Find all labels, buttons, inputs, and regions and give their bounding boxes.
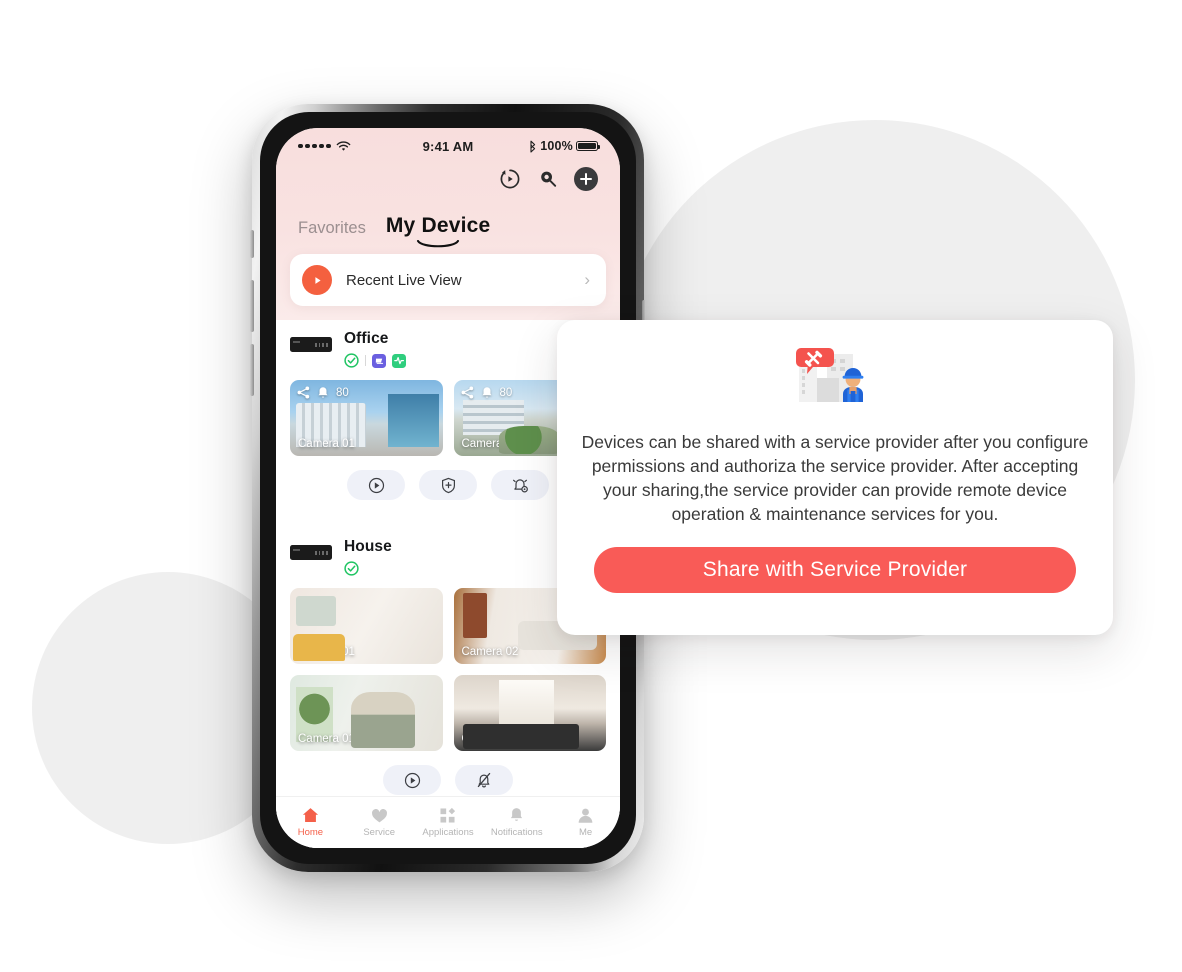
group-meta: Office [344, 330, 588, 368]
tab-applications[interactable]: Applications [414, 806, 483, 838]
camera-alarm-count: 80 [336, 386, 349, 399]
search-icon[interactable] [536, 167, 560, 191]
share-icon [461, 386, 473, 399]
tab-home[interactable]: Home [276, 806, 345, 838]
status-bar-time: 9:41 AM [422, 138, 474, 154]
bell-icon [318, 387, 328, 398]
top-tabs: Favorites My Device [276, 196, 620, 248]
screenshot-stage: 9:41 AM 100% Favorites My Device Recent … [0, 0, 1182, 972]
nvr-device-icon [290, 545, 332, 560]
service-provider-building-worker-icon [796, 348, 864, 402]
bell-icon [482, 387, 491, 398]
recent-live-view-card[interactable]: Recent Live View › [290, 254, 606, 306]
camera-tile[interactable]: Camera 01 [453, 675, 606, 751]
volume-up-button[interactable] [250, 280, 254, 332]
status-bar-left [298, 140, 423, 152]
camera-name: Camera 02 [461, 438, 519, 450]
play-all-button[interactable] [347, 470, 405, 500]
group-action-row-house [290, 765, 606, 795]
alarm-settings-button[interactable] [491, 470, 549, 500]
grid-apps-icon [440, 807, 456, 823]
card-purple-icon [372, 353, 386, 368]
tab-service-label: Service [363, 826, 396, 838]
signal-dots-icon [298, 143, 331, 149]
silent-switch-button[interactable] [250, 230, 254, 258]
camera-name: Camera 01 [298, 733, 355, 745]
status-online-check-icon [344, 561, 359, 576]
tab-favorites[interactable]: Favorites [298, 219, 366, 242]
play-circle-icon [302, 265, 332, 295]
arm-shield-button[interactable] [419, 470, 477, 500]
bottom-tab-bar: Home Service Applications Notifications … [276, 796, 620, 848]
volume-down-button[interactable] [250, 344, 254, 396]
status-online-check-icon [344, 353, 359, 368]
camera-name: Camera 02 [461, 646, 519, 658]
add-device-plus-icon[interactable] [574, 167, 598, 191]
chevron-right-icon: › [584, 270, 590, 289]
badge-separator [365, 355, 366, 366]
wifi-icon [336, 140, 350, 151]
camera-alarm-count: 80 [499, 386, 513, 399]
status-bar-right: 100% [473, 139, 601, 153]
camera-tile[interactable]: Camera 01 [290, 588, 443, 664]
share-service-provider-dialog: Devices can be shared with a service pro… [557, 320, 1113, 635]
tab-me-label: Me [578, 826, 593, 838]
play-all-button[interactable] [383, 765, 441, 795]
camera-tile[interactable]: 80 Camera 01 [290, 380, 443, 456]
tab-my-device-label: My Device [385, 214, 491, 237]
tab-notifications-label: Notifications [490, 826, 543, 838]
camera-name: Camera 01 [298, 438, 355, 450]
person-icon [578, 808, 593, 823]
camera-name: Camera 01 [298, 646, 355, 658]
tab-me[interactable]: Me [551, 806, 620, 838]
camera-name: Camera 01 [461, 733, 519, 745]
camera-tile[interactable]: Camera 01 [290, 675, 443, 751]
group-status-badges [344, 353, 588, 368]
tab-my-device[interactable]: My Device [385, 214, 491, 248]
bluetooth-icon [530, 140, 536, 153]
nvr-device-icon [290, 337, 332, 352]
mute-alarm-button[interactable] [455, 765, 513, 795]
bell-icon [511, 807, 523, 821]
camera-overlay-top: 80 [461, 386, 513, 399]
camera-overlay-top: 80 [297, 386, 349, 399]
status-bar: 9:41 AM 100% [276, 128, 620, 158]
heart-icon [371, 808, 387, 822]
top-action-bar [276, 158, 620, 196]
dialog-body-text: Devices can be shared with a service pro… [581, 432, 1089, 525]
playback-history-icon[interactable] [498, 167, 522, 191]
tab-service[interactable]: Service [345, 806, 414, 838]
battery-full-icon [576, 140, 601, 152]
group-title: Office [344, 330, 389, 347]
share-with-service-provider-button[interactable]: Share with Service Provider [594, 546, 1076, 593]
battery-percent-label: 100% [540, 139, 573, 153]
tab-applications-label: Applications [422, 826, 474, 838]
recent-live-view-label: Recent Live View [346, 271, 462, 289]
tab-notifications[interactable]: Notifications [482, 806, 551, 838]
share-icon [297, 386, 310, 399]
tab-home-label: Home [297, 826, 324, 838]
health-pulse-icon [392, 353, 406, 368]
home-icon [302, 807, 318, 822]
